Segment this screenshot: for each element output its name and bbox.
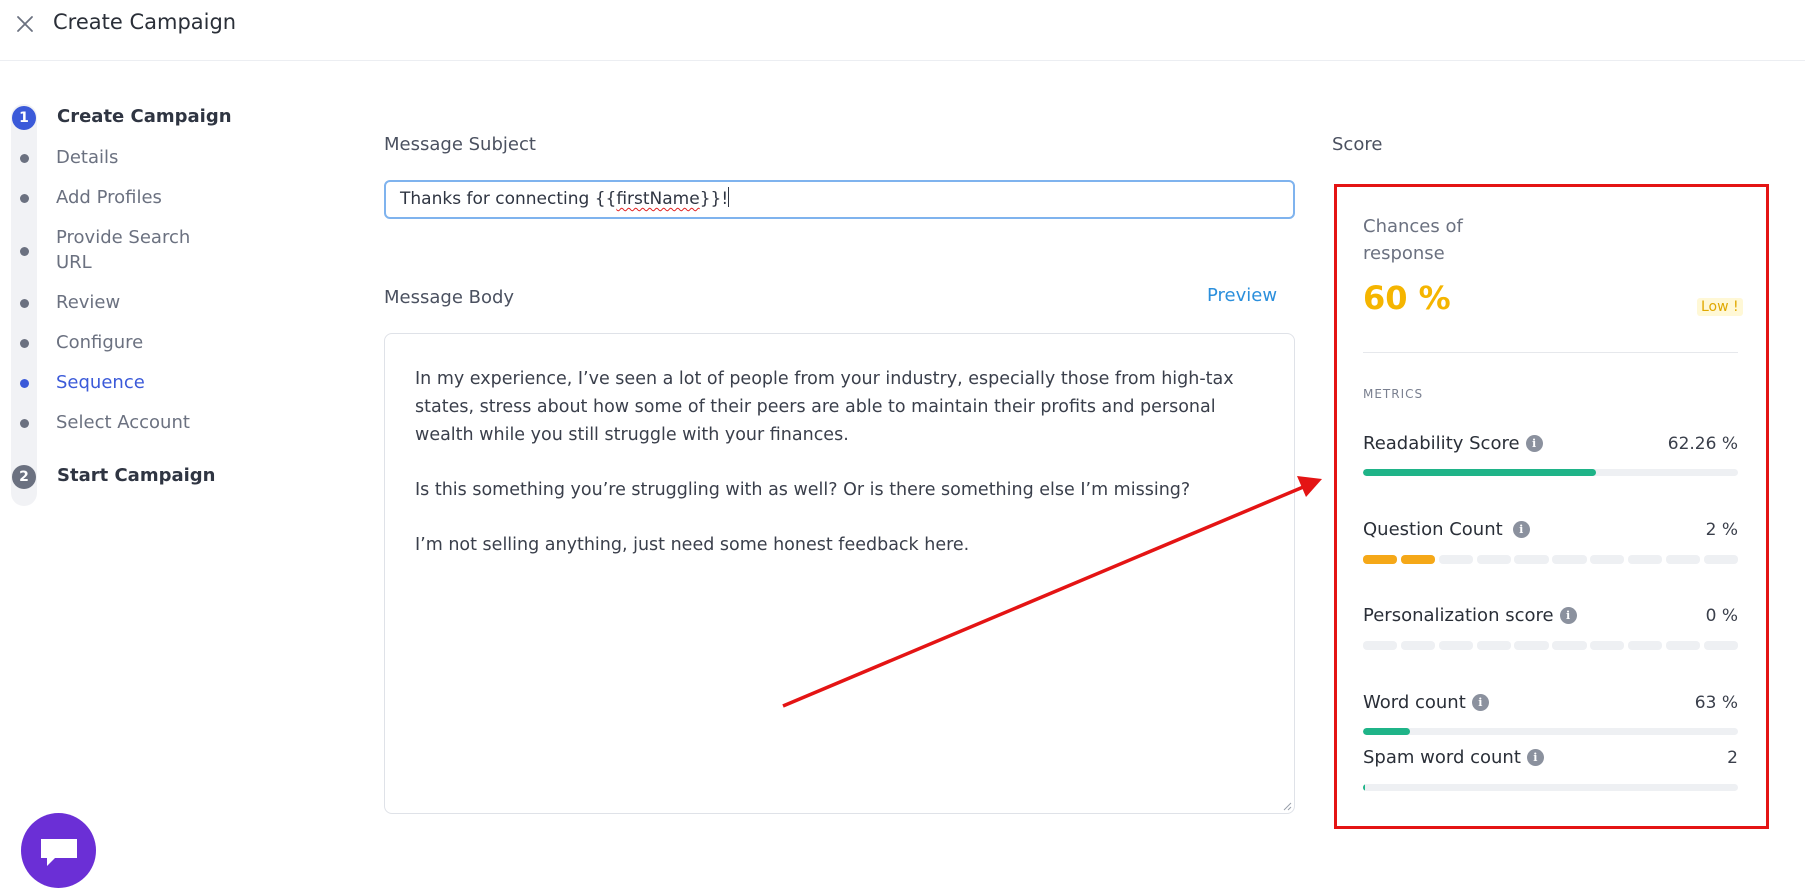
- metric-spam-word-count-value: 2: [1727, 748, 1738, 768]
- metric-word-count-value: 63 %: [1694, 693, 1738, 713]
- metric-segment: [1552, 641, 1587, 650]
- score-label: Score: [1332, 134, 1383, 155]
- score-level-badge: Low !: [1697, 298, 1743, 316]
- metric-segment: [1438, 641, 1474, 650]
- preview-link[interactable]: Preview: [1207, 285, 1277, 306]
- chances-of-response-value: 60 %: [1363, 279, 1451, 317]
- metric-readability-fill: [1363, 469, 1597, 476]
- metric-segment: [1476, 641, 1511, 650]
- metric-spam-word-count-bar: [1363, 784, 1738, 791]
- metric-name: Spam word count: [1363, 747, 1521, 768]
- metric-question-count-value: 2 %: [1705, 520, 1738, 540]
- metric-word-count-bar: [1363, 728, 1738, 735]
- substep-configure[interactable]: Configure: [56, 330, 216, 355]
- substep-dot-configure: [20, 339, 29, 348]
- substep-dot-review: [20, 299, 29, 308]
- substep-review[interactable]: Review: [56, 290, 216, 315]
- message-body-label: Message Body: [384, 287, 515, 308]
- score-card: Chances of response 60 % Low ! METRICS R…: [1334, 184, 1769, 829]
- metric-name: Word count: [1363, 692, 1466, 713]
- substep-dot-sequence: [20, 379, 29, 388]
- metric-segment: [1514, 641, 1549, 650]
- metric-name: Personalization score: [1363, 605, 1554, 626]
- metric-segment: [1552, 555, 1587, 564]
- top-bar: Create Campaign: [0, 0, 1805, 61]
- substep-details[interactable]: Details: [56, 145, 216, 170]
- metric-readability: Readability Score i: [1363, 433, 1543, 454]
- metric-spam-word-count: Spam word count i: [1363, 747, 1544, 768]
- info-icon[interactable]: i: [1471, 694, 1489, 711]
- substep-select-account[interactable]: Select Account: [56, 410, 216, 435]
- chat-bubble-icon: [41, 839, 77, 866]
- message-subject-label: Message Subject: [384, 134, 536, 155]
- substep-add-profiles[interactable]: Add Profiles: [56, 185, 216, 210]
- metric-segment: [1590, 641, 1625, 650]
- metrics-title: METRICS: [1363, 387, 1424, 401]
- metric-personalization: Personalization score i: [1363, 605, 1577, 626]
- metric-segment: [1627, 555, 1663, 564]
- message-subject-input[interactable]: Thanks for connecting {{firstName}}!: [384, 180, 1295, 219]
- metric-spam-word-count-fill: [1363, 784, 1365, 791]
- info-icon[interactable]: i: [1559, 607, 1577, 624]
- substep-dot-provide-search-url: [20, 247, 29, 256]
- subject-variable: firstName: [616, 189, 700, 209]
- metric-personalization-value: 0 %: [1705, 606, 1738, 626]
- metric-word-count-fill: [1363, 728, 1410, 735]
- step-2-number: 2: [12, 465, 36, 489]
- subject-text-suffix: }}!: [699, 189, 729, 209]
- body-paragraph: Is this something you’re struggling with…: [415, 480, 1191, 500]
- metric-segment: [1476, 555, 1511, 564]
- substep-sequence[interactable]: Sequence: [56, 370, 216, 395]
- metric-segment: [1665, 641, 1701, 650]
- metric-segment: [1438, 555, 1474, 564]
- close-icon[interactable]: [14, 13, 36, 35]
- info-icon[interactable]: i: [1512, 521, 1530, 538]
- metric-segment: [1627, 641, 1663, 650]
- metric-segment: [1703, 555, 1738, 564]
- page-title: Create Campaign: [53, 10, 237, 34]
- metric-name: Question Count: [1363, 519, 1503, 540]
- metric-segment: [1363, 641, 1398, 650]
- body-paragraph: In my experience, I’ve seen a lot of peo…: [415, 369, 1234, 445]
- step-2-label[interactable]: Start Campaign: [57, 465, 215, 486]
- chances-of-response-label: Chances of response: [1363, 216, 1463, 264]
- metric-readability-bar: [1363, 469, 1738, 476]
- metric-name: Readability Score: [1363, 433, 1520, 454]
- metric-segment: [1703, 641, 1738, 650]
- subject-text-prefix: Thanks for connecting {{: [400, 189, 617, 209]
- substep-provide-search-url[interactable]: Provide Search URL: [56, 225, 206, 275]
- metric-segment: [1514, 555, 1549, 564]
- chat-launcher-button[interactable]: [21, 813, 96, 888]
- substep-dot-details: [20, 154, 29, 163]
- metric-segment: [1665, 555, 1701, 564]
- substep-dot-select-account: [20, 419, 29, 428]
- info-icon[interactable]: i: [1525, 435, 1543, 452]
- resize-handle-icon[interactable]: [1282, 801, 1292, 811]
- metric-word-count: Word count i: [1363, 692, 1489, 713]
- metric-segment: [1400, 555, 1436, 564]
- card-divider: [1363, 352, 1738, 353]
- info-icon[interactable]: i: [1526, 749, 1544, 766]
- step-1-label[interactable]: Create Campaign: [57, 106, 232, 127]
- metric-segment: [1363, 555, 1398, 564]
- metric-question-count-segments: [1363, 555, 1738, 564]
- metric-segment: [1590, 555, 1625, 564]
- metric-readability-value: 62.26 %: [1667, 434, 1738, 454]
- metric-question-count: Question Count i: [1363, 519, 1530, 540]
- metric-segment: [1400, 641, 1436, 650]
- body-paragraph: I’m not selling anything, just need some…: [415, 535, 970, 555]
- step-1-number: 1: [12, 106, 36, 130]
- text-caret: [728, 187, 730, 207]
- message-body-textarea[interactable]: In my experience, I’ve seen a lot of peo…: [384, 333, 1295, 814]
- substep-dot-add-profiles: [20, 194, 29, 203]
- metric-personalization-segments: [1363, 641, 1738, 650]
